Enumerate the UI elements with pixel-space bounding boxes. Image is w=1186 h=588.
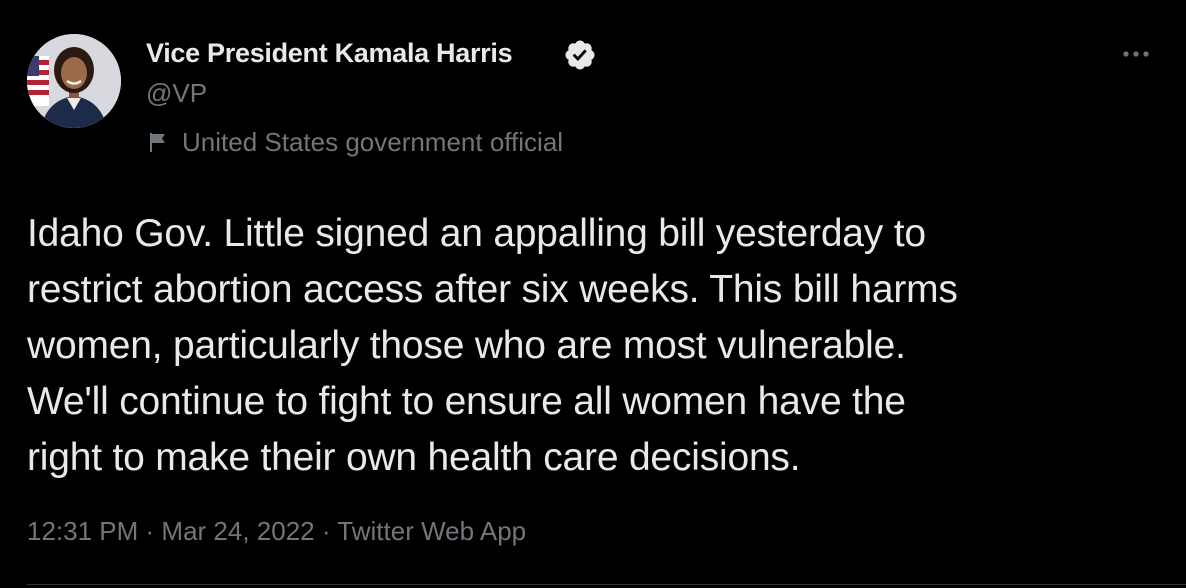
flag-icon [150,133,165,152]
divider [27,584,1186,585]
tweet-text-line: Idaho Gov. Little signed an appalling bi… [27,212,926,255]
author-handle[interactable]: @VP [146,78,207,109]
author-display-name[interactable]: Vice President Kamala Harris [146,38,513,69]
tweet-card: Vice President Kamala Harris @VP United … [0,0,1186,588]
tweet-metadata: 12:31 PM · Mar 24, 2022 · Twitter Web Ap… [27,516,526,547]
tweet-source[interactable]: Twitter Web App [337,516,526,546]
government-label-text: United States government official [182,126,564,157]
tweet-text-line: right to make their own health care deci… [27,436,801,479]
tweet-text-line: We'll continue to fight to ensure all wo… [27,380,906,423]
tweet-text-line: restrict abortion access after six weeks… [27,268,958,311]
meta-separator: · [145,516,162,546]
tweet-date[interactable]: Mar 24, 2022 [161,516,314,546]
government-label[interactable]: United States government official [146,126,563,158]
tweet-text: Idaho Gov. Little signed an appalling bi… [27,206,1167,486]
more-options-icon[interactable] [1116,40,1156,68]
tweet-text-line: women, particularly those who are most v… [27,324,906,367]
meta-separator: · [321,516,338,546]
verified-badge-icon [565,40,595,70]
avatar-photo-icon [27,34,121,128]
tweet-time[interactable]: 12:31 PM [27,516,138,546]
avatar[interactable] [27,34,121,128]
